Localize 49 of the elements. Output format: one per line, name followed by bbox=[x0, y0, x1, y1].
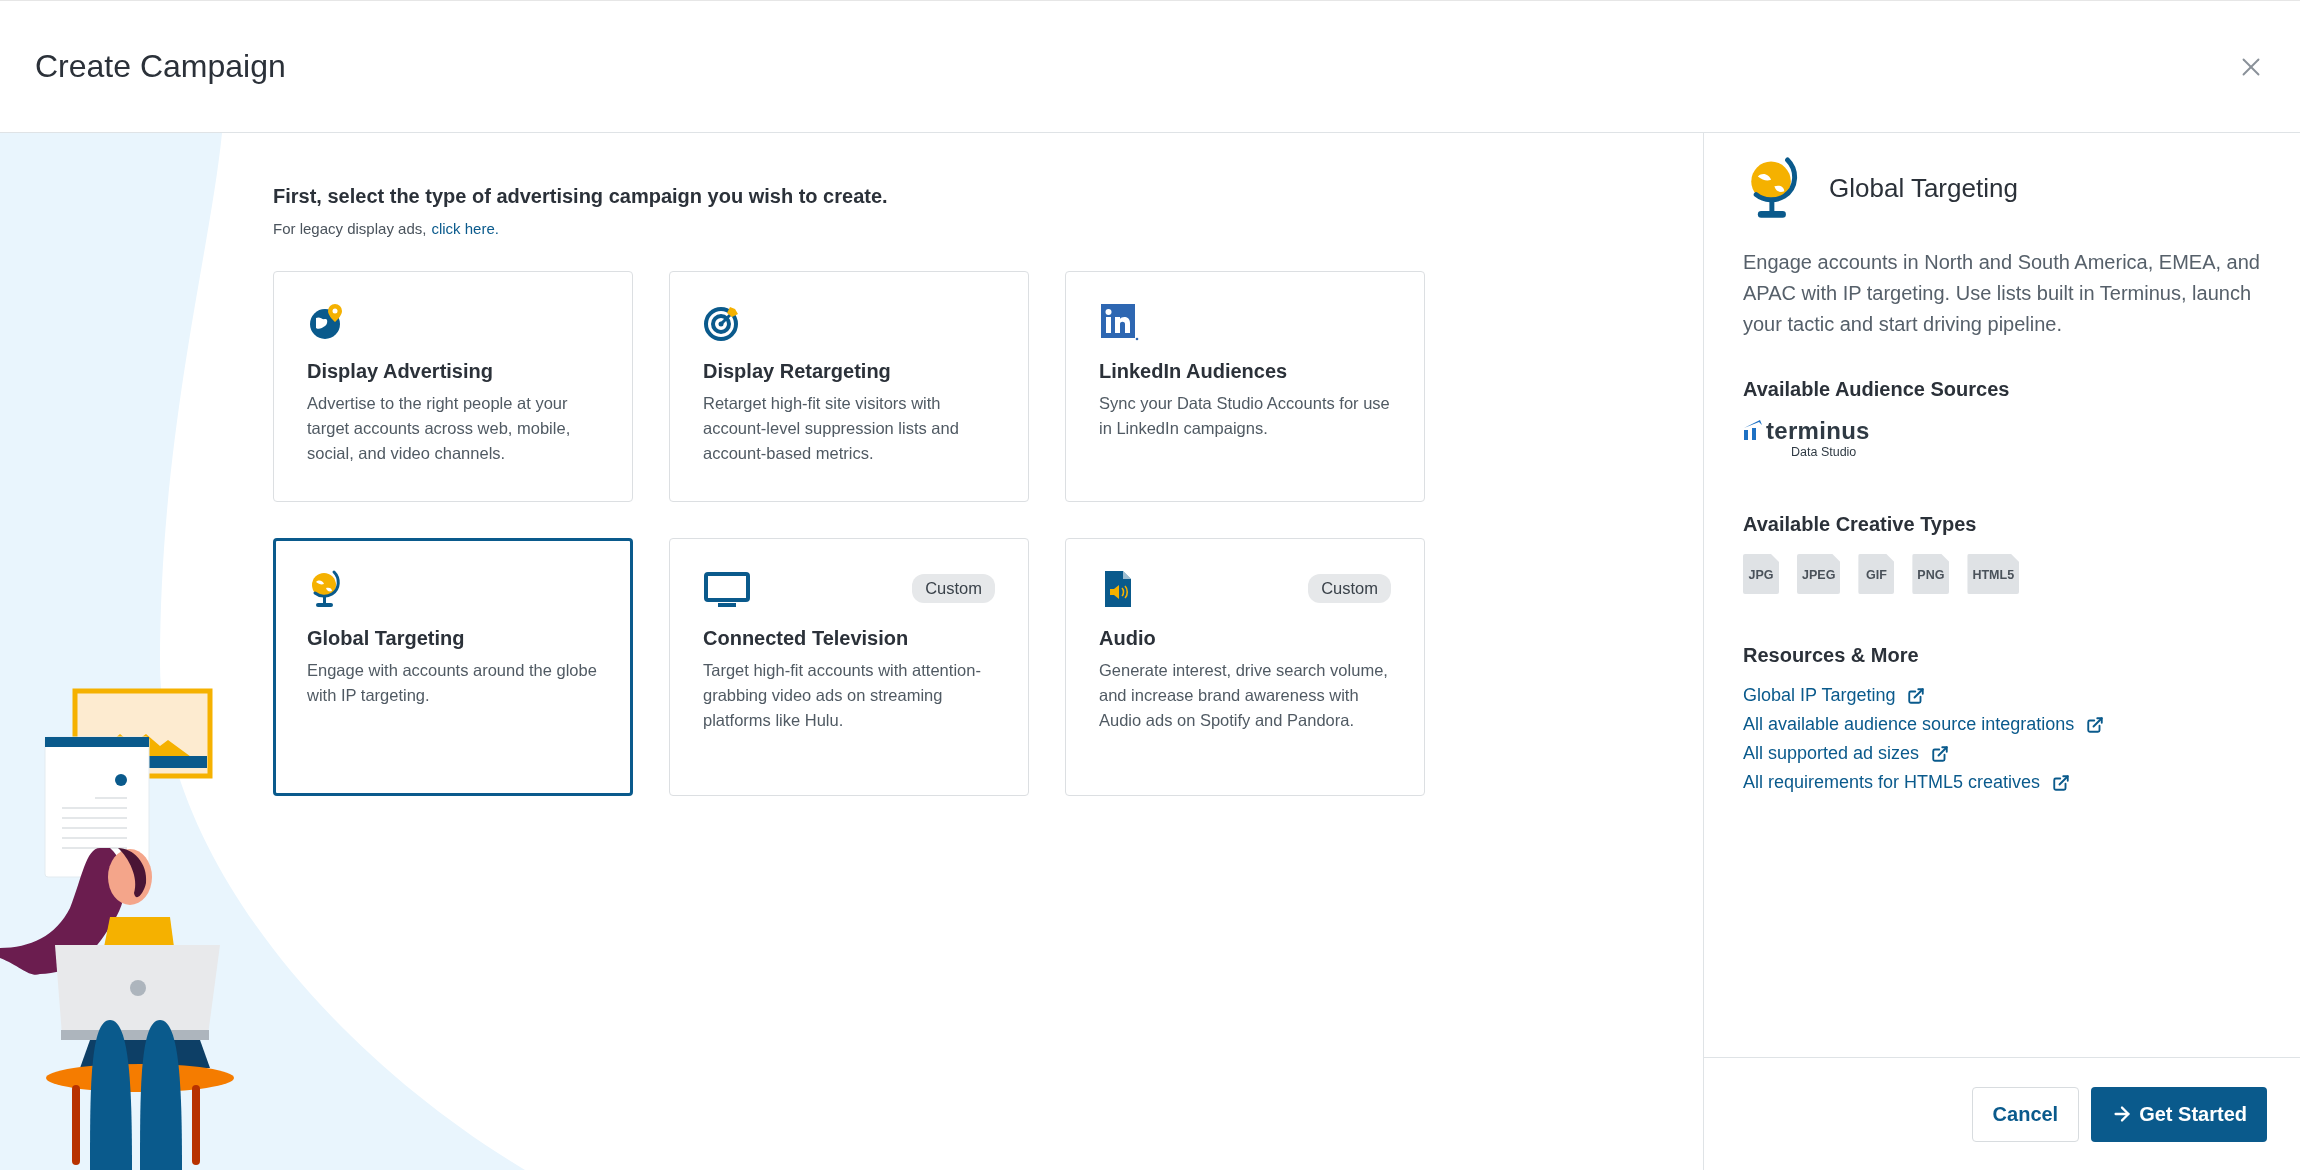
external-link-icon bbox=[1931, 744, 1950, 763]
monitor-icon bbox=[703, 569, 751, 609]
custom-tag: Custom bbox=[912, 574, 995, 603]
logo-caption: Data Studio bbox=[1791, 445, 1857, 459]
card-description: Generate interest, drive search volume, and increase brand awareness with Audio ads on Spotify and Pandora. bbox=[1099, 660, 1389, 731]
dialog-title: Create Campaign bbox=[35, 48, 286, 85]
file-type-tag: GIF bbox=[1858, 554, 1895, 594]
card-description: Sync your Data Studio Accounts for use in LinkedIn campaigns. bbox=[1099, 393, 1391, 439]
get-started-button[interactable]: Get Started bbox=[2091, 1086, 2267, 1142]
detail-title: Global Targeting bbox=[1829, 172, 2018, 204]
section-heading: Resources & More bbox=[1743, 644, 1920, 667]
section-heading: Available Audience Sources bbox=[1743, 378, 2011, 401]
resource-link[interactable]: All available audience source integrations bbox=[1743, 714, 2105, 735]
card-title: Global Targeting bbox=[307, 627, 466, 650]
resource-link[interactable]: All supported ad sizes bbox=[1743, 743, 1950, 764]
card-title: Display Advertising bbox=[307, 360, 494, 383]
card-title: Audio bbox=[1099, 627, 1157, 650]
campaign-type-card[interactable]: Custom Connected Television Target high-fit accounts with attention-grabbing video ads on streaming platforms like Hulu. bbox=[669, 538, 1029, 796]
custom-tag: Custom bbox=[1308, 574, 1391, 603]
file-type-tag: JPEG bbox=[1797, 554, 1841, 594]
external-link-icon bbox=[2086, 715, 2105, 734]
intro-heading: First, select the type of advertising campaign you wish to create. bbox=[273, 185, 889, 208]
detail-description: Engage accounts in North and South America, EMEA, and APAC with IP targeting. Use lists built in Terminus, launch your tactic and start driving pipeline. bbox=[1743, 250, 2261, 337]
campaign-type-card[interactable]: Custom Audio Generate interest, drive search volume, and increase brand awareness with Audio ads on Spotify and Pandora. bbox=[1065, 538, 1425, 796]
section-heading: Available Creative Types bbox=[1743, 513, 1978, 536]
card-description: Target high-fit accounts with attention-grabbing video ads on streaming platforms like Hulu. bbox=[703, 660, 982, 731]
card-description: Advertise to the right people at your target accounts across web, mobile, social, and video channels. bbox=[307, 393, 572, 464]
terminus-logo-icon bbox=[1743, 420, 1763, 442]
card-description: Retarget high-fit site visitors with account-level suppression lists and account-based metrics. bbox=[703, 393, 960, 464]
campaign-type-card[interactable]: Display Advertising Advertise to the right people at your target accounts across web, mobile, social, and video channels. bbox=[273, 271, 633, 502]
external-link-icon bbox=[2052, 773, 2071, 792]
file-type-tag: PNG bbox=[1912, 554, 1950, 594]
resource-link[interactable]: All requirements for HTML5 creatives bbox=[1743, 772, 2071, 793]
card-title: Display Retargeting bbox=[703, 360, 892, 383]
campaign-type-card[interactable]: Global Targeting Engage with accounts around the globe with IP targeting. bbox=[273, 538, 633, 796]
cancel-button[interactable]: Cancel bbox=[1971, 1086, 2080, 1142]
file-type-tag: HTML5 bbox=[1967, 554, 2020, 594]
terminus-logo-text: terminus bbox=[1766, 417, 1870, 445]
card-title: Connected Television bbox=[703, 627, 910, 650]
campaign-type-card[interactable]: LinkedIn Audiences Sync your Data Studio Accounts for use in LinkedIn campaigns. bbox=[1065, 271, 1425, 502]
card-title: LinkedIn Audiences bbox=[1099, 360, 1289, 383]
external-link-icon bbox=[1907, 686, 1926, 705]
file-type-tag: JPG bbox=[1743, 554, 1779, 594]
campaign-type-card[interactable]: Display Retargeting Retarget high-fit site visitors with account-level suppression lists and account-based metrics. bbox=[669, 271, 1029, 502]
card-description: Engage with accounts around the globe with IP targeting. bbox=[307, 660, 598, 706]
resource-link[interactable]: Global IP Targeting bbox=[1743, 685, 1926, 706]
linkedin-icon bbox=[1099, 302, 1139, 342]
legacy-note: For legacy display ads, bbox=[273, 220, 427, 237]
click-here-link[interactable]: click here. bbox=[431, 220, 499, 237]
